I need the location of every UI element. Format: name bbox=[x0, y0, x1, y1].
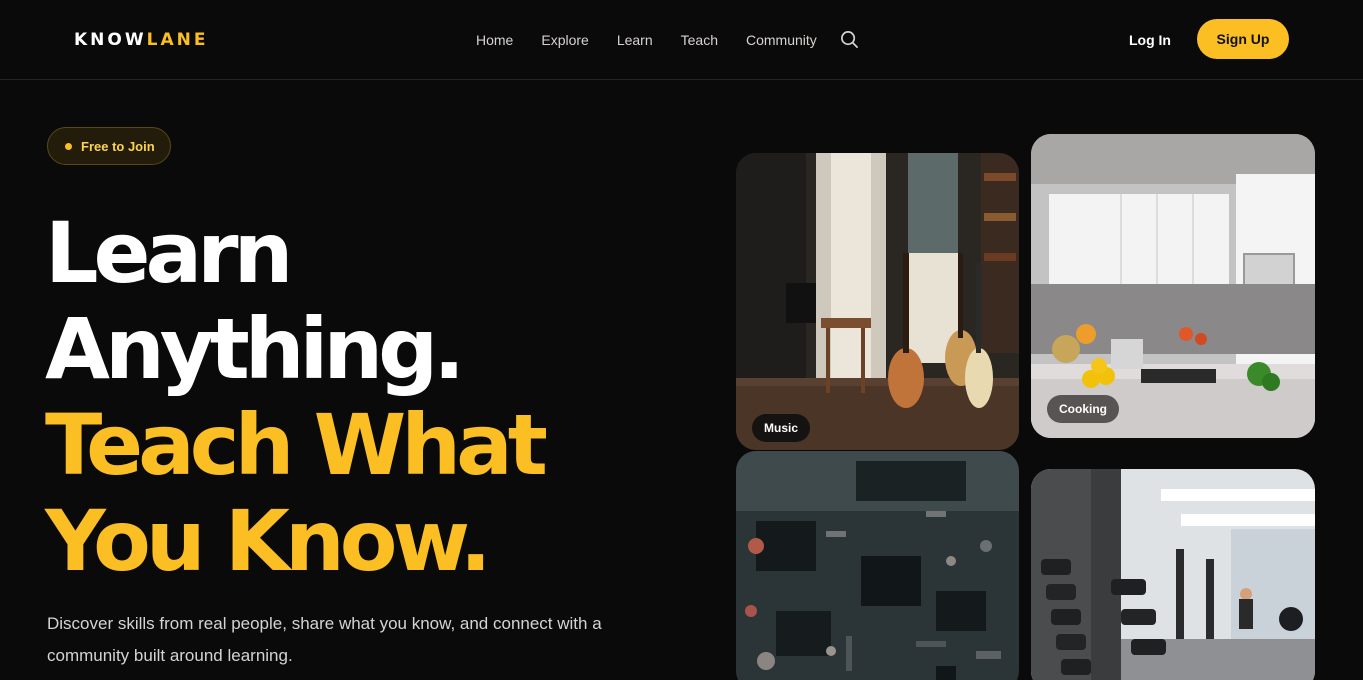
gym-image bbox=[1031, 469, 1315, 680]
music-room-image bbox=[736, 153, 1019, 450]
landing-page: KNOWLANE Home Explore Learn Teach Commun… bbox=[0, 0, 1363, 680]
nav-link-learn[interactable]: Learn bbox=[617, 30, 653, 50]
search-icon[interactable] bbox=[840, 30, 859, 49]
signup-button[interactable]: Sign Up bbox=[1197, 19, 1289, 59]
circuit-board-image bbox=[736, 451, 1019, 680]
logo-word-lane: LANE bbox=[146, 30, 209, 50]
kitchen-image bbox=[1031, 134, 1315, 438]
free-to-join-badge: Free to Join bbox=[47, 127, 171, 165]
hero-subtext: Discover skills from real people, share … bbox=[47, 614, 602, 665]
headline-line-3: Teach What bbox=[45, 396, 548, 494]
nav-link-community[interactable]: Community bbox=[746, 30, 817, 50]
nav-link-explore[interactable]: Explore bbox=[541, 30, 588, 50]
logo-word-know: KNOW bbox=[74, 30, 147, 50]
music-category-card[interactable]: Music bbox=[736, 153, 1019, 450]
cooking-card-label: Cooking bbox=[1047, 395, 1119, 423]
tech-category-card[interactable] bbox=[736, 451, 1019, 680]
cooking-category-card[interactable]: Cooking bbox=[1031, 134, 1315, 438]
top-navbar: KNOWLANE Home Explore Learn Teach Commun… bbox=[0, 0, 1363, 80]
headline-line-2: Anything. bbox=[45, 300, 465, 398]
hero-headline: Learn Anything. Teach What You Know. bbox=[45, 204, 548, 590]
nav-link-home[interactable]: Home bbox=[476, 30, 513, 50]
login-link[interactable]: Log In bbox=[1129, 30, 1171, 50]
headline-line-1: Learn bbox=[45, 204, 293, 302]
headline-line-4: You Know. bbox=[45, 492, 492, 590]
badge-label: Free to Join bbox=[81, 138, 155, 154]
badge-dot-icon bbox=[65, 142, 72, 150]
nav-link-teach[interactable]: Teach bbox=[681, 30, 718, 50]
music-card-label: Music bbox=[752, 414, 811, 442]
logo[interactable]: KNOWLANE bbox=[74, 30, 208, 50]
nav-links: Home Explore Learn Teach Community bbox=[476, 30, 845, 50]
fitness-category-card[interactable] bbox=[1031, 469, 1315, 680]
